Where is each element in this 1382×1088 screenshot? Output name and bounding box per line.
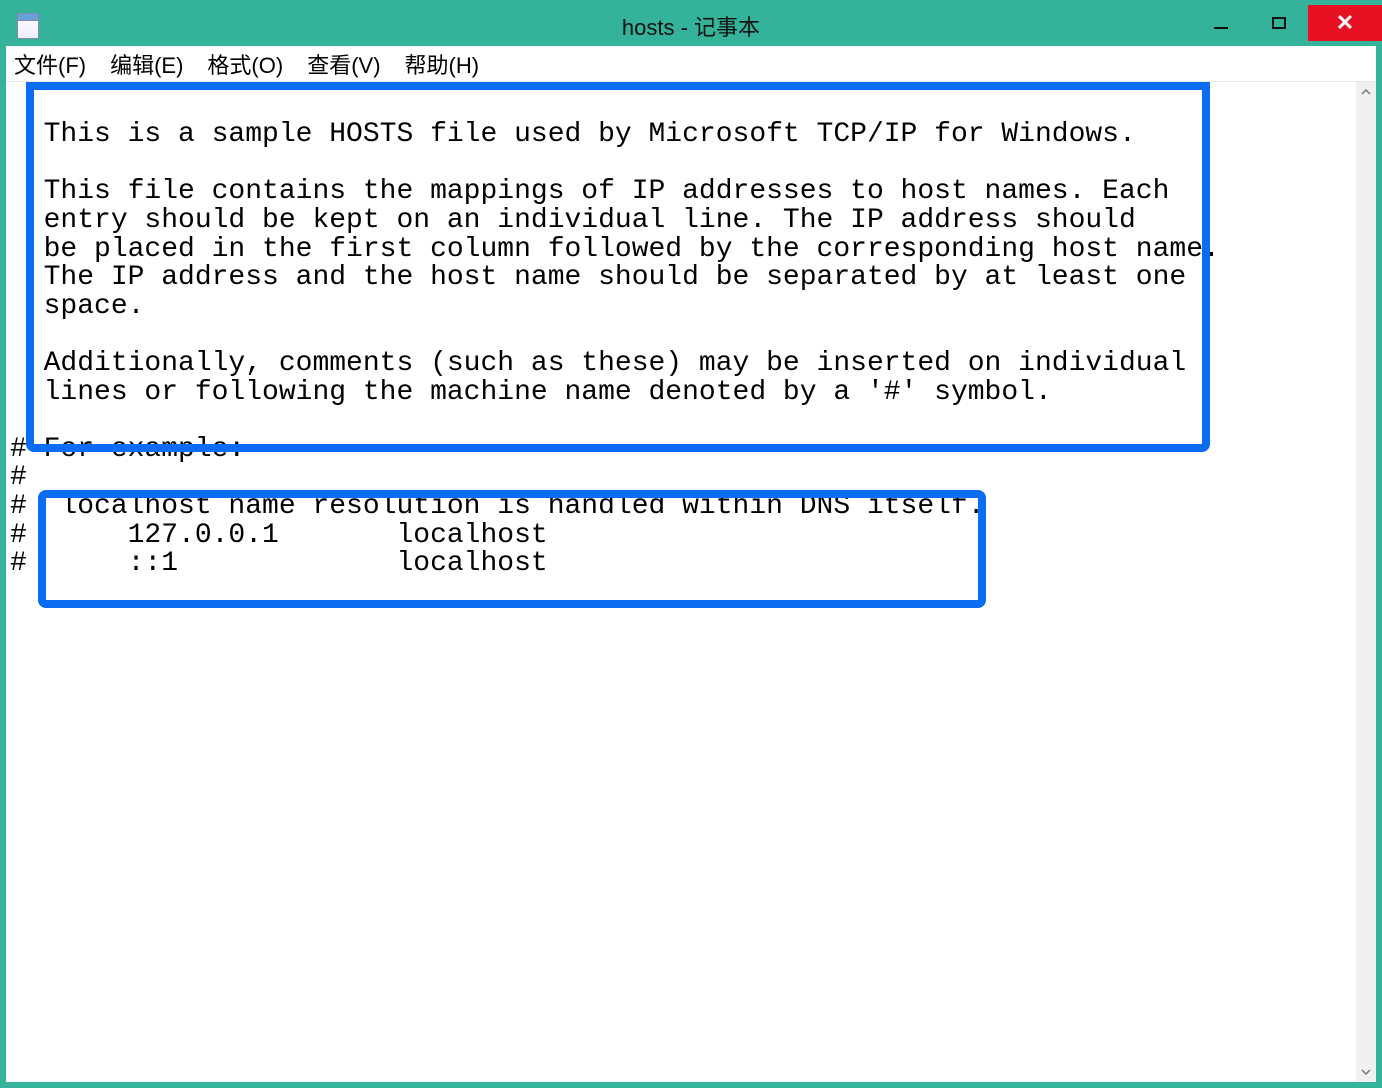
text-editor[interactable]: Copyright (c) 1993-2009 Microsoft Corp. … bbox=[6, 82, 1356, 1082]
close-button[interactable]: ✕ bbox=[1308, 5, 1382, 41]
scroll-up-button[interactable] bbox=[1356, 82, 1376, 102]
chevron-up-icon bbox=[1361, 87, 1371, 97]
chevron-down-icon bbox=[1361, 1067, 1371, 1077]
menubar: 文件(F) 编辑(E) 格式(O) 查看(V) 帮助(H) bbox=[6, 46, 1376, 82]
window-controls: ✕ bbox=[1192, 5, 1382, 41]
editor-content[interactable]: Copyright (c) 1993-2009 Microsoft Corp. … bbox=[10, 82, 1356, 579]
minimize-button[interactable] bbox=[1192, 5, 1250, 41]
scroll-down-button[interactable] bbox=[1356, 1062, 1376, 1082]
notepad-app-icon bbox=[16, 14, 40, 38]
client-area: Copyright (c) 1993-2009 Microsoft Corp. … bbox=[6, 82, 1376, 1082]
menu-edit[interactable]: 编辑(E) bbox=[110, 48, 183, 80]
menu-view[interactable]: 查看(V) bbox=[307, 48, 380, 80]
minimize-icon bbox=[1214, 27, 1228, 29]
maximize-button[interactable] bbox=[1250, 5, 1308, 41]
titlebar[interactable]: hosts - 记事本 ✕ bbox=[6, 6, 1376, 46]
notepad-window: hosts - 记事本 ✕ 文件(F) 编辑(E) 格式(O) 查看(V) 帮助… bbox=[0, 0, 1382, 1088]
menu-format[interactable]: 格式(O) bbox=[207, 48, 283, 80]
menu-file[interactable]: 文件(F) bbox=[14, 48, 86, 80]
close-icon: ✕ bbox=[1336, 10, 1354, 36]
vertical-scrollbar[interactable] bbox=[1356, 82, 1376, 1082]
window-title: hosts - 记事本 bbox=[6, 10, 1376, 42]
maximize-icon bbox=[1272, 17, 1286, 29]
menu-help[interactable]: 帮助(H) bbox=[405, 48, 480, 80]
